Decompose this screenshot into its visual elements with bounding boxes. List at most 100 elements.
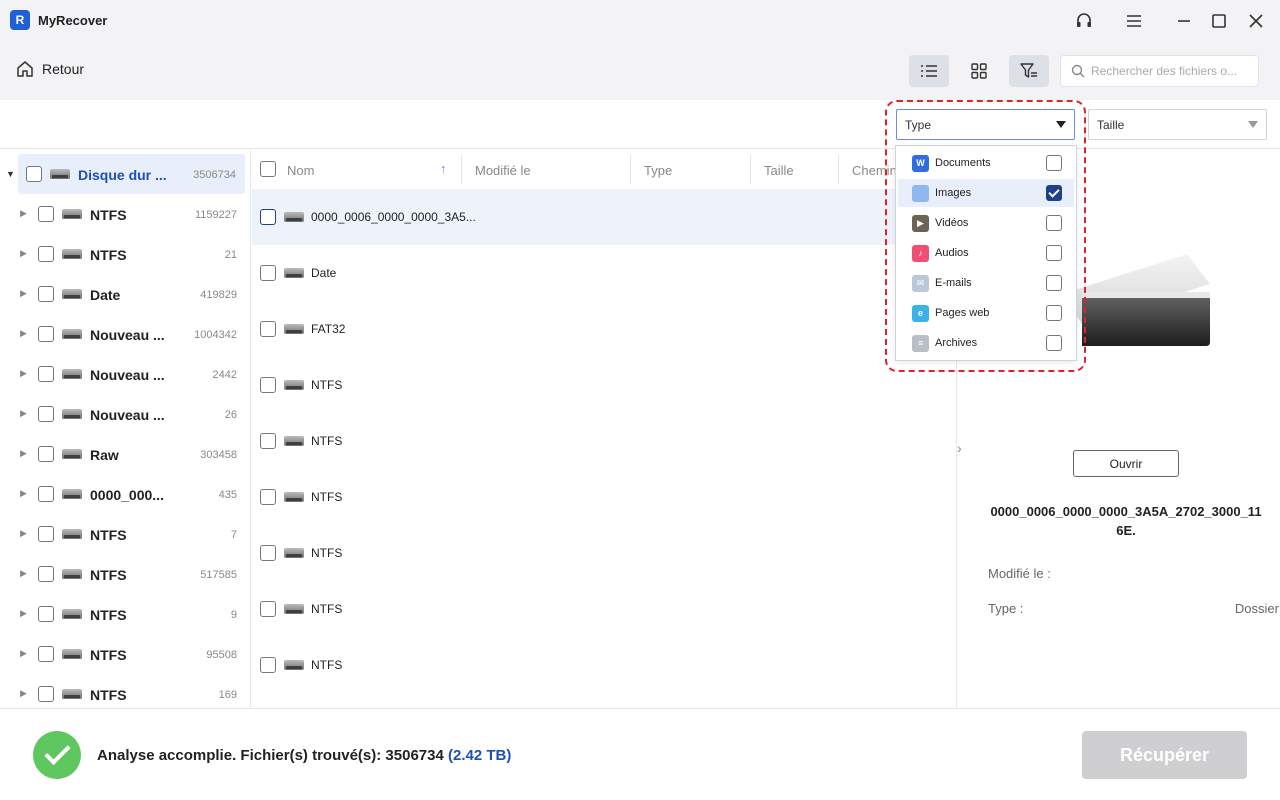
- column-modified[interactable]: Modifié le: [475, 163, 531, 178]
- file-checkbox[interactable]: [260, 321, 276, 337]
- tree-checkbox[interactable]: [38, 406, 54, 422]
- tree-checkbox[interactable]: [38, 486, 54, 502]
- collapsed-triangle-icon[interactable]: ▶: [20, 368, 27, 379]
- type-option[interactable]: ▶ Vidéos: [898, 209, 1074, 237]
- tree-checkbox[interactable]: [38, 446, 54, 462]
- type-option-checkbox[interactable]: [1046, 335, 1062, 351]
- type-option-checkbox[interactable]: [1046, 305, 1062, 321]
- file-row[interactable]: Date: [252, 245, 955, 301]
- tree-item[interactable]: ▶ Nouveau ... 26: [0, 394, 250, 434]
- collapsed-triangle-icon[interactable]: ▶: [20, 448, 27, 459]
- column-divider[interactable]: [630, 155, 631, 184]
- tree-item[interactable]: ▶ Nouveau ... 1004342: [0, 314, 250, 354]
- tree-item[interactable]: ▶ NTFS 169: [0, 674, 250, 708]
- type-option[interactable]: ≡ Archives: [898, 329, 1074, 357]
- file-row[interactable]: NTFS: [252, 469, 955, 525]
- open-button[interactable]: Ouvrir: [1073, 450, 1179, 477]
- tree-checkbox[interactable]: [38, 206, 54, 222]
- type-option-checkbox[interactable]: [1046, 185, 1062, 201]
- menu-icon[interactable]: [1121, 8, 1147, 34]
- file-row[interactable]: NTFS: [252, 413, 955, 469]
- tree-checkbox[interactable]: [38, 606, 54, 622]
- column-divider[interactable]: [750, 155, 751, 184]
- tree-item[interactable]: ▶ NTFS 1159227: [0, 194, 250, 234]
- tree-checkbox[interactable]: [38, 246, 54, 262]
- collapsed-triangle-icon[interactable]: ▶: [20, 328, 27, 339]
- collapsed-triangle-icon[interactable]: ▶: [20, 248, 27, 259]
- column-divider[interactable]: [461, 155, 462, 184]
- type-option-checkbox[interactable]: [1046, 245, 1062, 261]
- column-divider[interactable]: [838, 155, 839, 184]
- select-all-checkbox[interactable]: [260, 161, 276, 177]
- back-button[interactable]: Retour: [16, 60, 84, 78]
- type-option[interactable]: ✉ E-mails: [898, 269, 1074, 297]
- file-checkbox[interactable]: [260, 601, 276, 617]
- type-option-checkbox[interactable]: [1046, 155, 1062, 171]
- tree-item[interactable]: ▶ NTFS 517585: [0, 554, 250, 594]
- sort-ascending-icon[interactable]: ↑: [440, 161, 447, 176]
- file-row[interactable]: NTFS: [252, 525, 955, 581]
- collapsed-triangle-icon[interactable]: ▶: [20, 288, 27, 299]
- tree-item[interactable]: ▶ NTFS 7: [0, 514, 250, 554]
- tree-checkbox[interactable]: [38, 526, 54, 542]
- type-option-checkbox[interactable]: [1046, 275, 1062, 291]
- file-checkbox[interactable]: [260, 265, 276, 281]
- file-checkbox[interactable]: [260, 657, 276, 673]
- close-icon[interactable]: [1243, 8, 1269, 34]
- tree-item[interactable]: ▶ NTFS 9: [0, 594, 250, 634]
- expanded-triangle-icon[interactable]: ▼: [6, 169, 15, 179]
- collapsed-triangle-icon[interactable]: ▶: [20, 568, 27, 579]
- tree-checkbox[interactable]: [26, 166, 42, 182]
- grid-view-button[interactable]: [959, 55, 999, 87]
- tree-checkbox[interactable]: [38, 646, 54, 662]
- collapsed-triangle-icon[interactable]: ▶: [20, 688, 27, 699]
- type-option[interactable]: ♪ Audios: [898, 239, 1074, 267]
- column-path[interactable]: Chemin: [852, 163, 897, 178]
- type-filter-select[interactable]: Type: [896, 109, 1075, 140]
- collapsed-triangle-icon[interactable]: ▶: [20, 528, 27, 539]
- tree-checkbox[interactable]: [38, 686, 54, 702]
- filter-button[interactable]: [1009, 55, 1049, 87]
- file-checkbox[interactable]: [260, 545, 276, 561]
- collapsed-triangle-icon[interactable]: ▶: [20, 408, 27, 419]
- tree-item[interactable]: ▶ NTFS 21: [0, 234, 250, 274]
- tree-checkbox[interactable]: [38, 366, 54, 382]
- file-checkbox[interactable]: [260, 377, 276, 393]
- column-name[interactable]: Nom: [287, 163, 314, 178]
- tree-item[interactable]: ▶ Raw 303458: [0, 434, 250, 474]
- tree-item-root[interactable]: ▼ Disque dur ... 3506734: [6, 154, 245, 194]
- file-checkbox[interactable]: [260, 433, 276, 449]
- collapsed-triangle-icon[interactable]: ▶: [20, 488, 27, 499]
- collapsed-triangle-icon[interactable]: ▶: [20, 648, 27, 659]
- file-row[interactable]: NTFS: [252, 637, 955, 693]
- type-option[interactable]: W Documents: [898, 149, 1074, 177]
- type-option[interactable]: e Pages web: [898, 299, 1074, 327]
- collapsed-triangle-icon[interactable]: ▶: [20, 208, 27, 219]
- tree-checkbox[interactable]: [38, 286, 54, 302]
- column-size[interactable]: Taille: [764, 163, 794, 178]
- collapsed-triangle-icon[interactable]: ▶: [20, 608, 27, 619]
- minimize-icon[interactable]: [1171, 8, 1197, 34]
- search-input[interactable]: [1091, 64, 1251, 78]
- file-row[interactable]: NTFS: [252, 357, 955, 413]
- size-filter-select[interactable]: Taille: [1088, 109, 1267, 140]
- search-box[interactable]: [1060, 55, 1259, 87]
- chevron-right-icon[interactable]: ›: [957, 440, 962, 456]
- file-row[interactable]: NTFS: [252, 581, 955, 637]
- tree-item[interactable]: ▶ Date 419829: [0, 274, 250, 314]
- support-headset-icon[interactable]: [1071, 8, 1097, 34]
- tree-item[interactable]: ▶ 0000_000... 435: [0, 474, 250, 514]
- file-checkbox[interactable]: [260, 209, 276, 225]
- tree-checkbox[interactable]: [38, 566, 54, 582]
- recover-button[interactable]: Récupérer: [1082, 731, 1247, 779]
- tree-item[interactable]: ▶ NTFS 95508: [0, 634, 250, 674]
- file-row[interactable]: 0000_0006_0000_0000_3A5...: [252, 189, 955, 245]
- maximize-icon[interactable]: [1206, 8, 1232, 34]
- file-row[interactable]: FAT32: [252, 301, 955, 357]
- type-option[interactable]: Images: [898, 179, 1074, 207]
- list-view-button[interactable]: [909, 55, 949, 87]
- tree-item[interactable]: ▶ Nouveau ... 2442: [0, 354, 250, 394]
- type-option-checkbox[interactable]: [1046, 215, 1062, 231]
- column-type[interactable]: Type: [644, 163, 672, 178]
- tree-checkbox[interactable]: [38, 326, 54, 342]
